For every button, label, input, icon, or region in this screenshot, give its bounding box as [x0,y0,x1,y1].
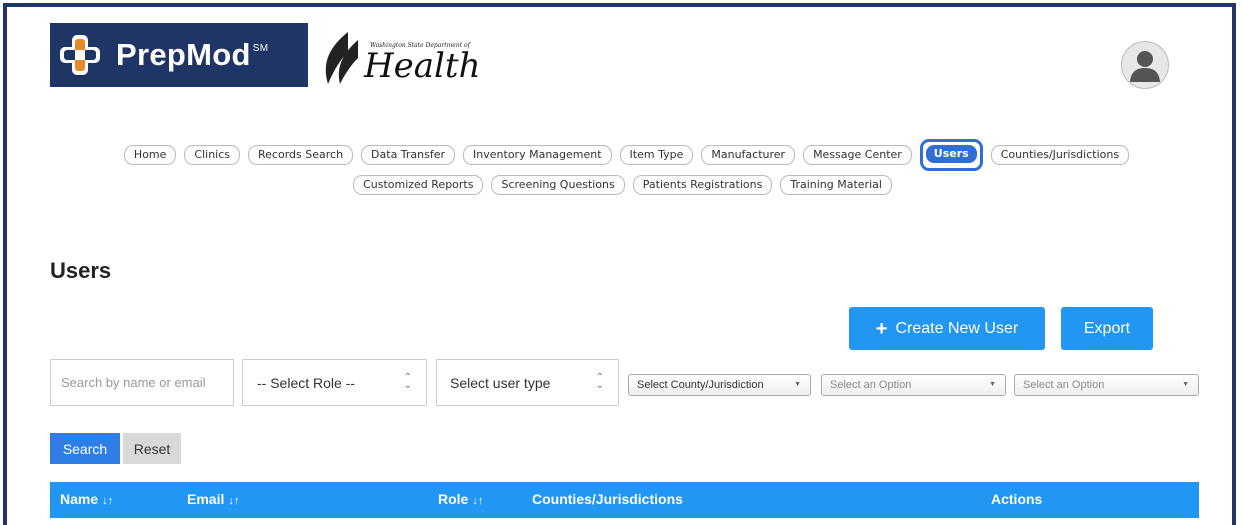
export-label: Export [1083,319,1131,337]
nav-home[interactable]: Home [123,145,177,165]
county-select[interactable]: Select County/Jurisdiction ▼ [628,374,811,396]
search-button[interactable]: Search [50,433,120,464]
search-field[interactable] [50,359,234,406]
option-select-2[interactable]: Select an Option ▼ [1014,374,1199,396]
role-select[interactable]: -- Select Role -- ⌃ ⌄ [242,359,427,406]
user-type-select-value: Select user type [450,374,551,391]
users-table-header: Name ↓↑ Email ↓↑ Role ↓↑ Counties/Jurisdict… [50,482,1199,518]
updown-chevron-icon: ⌃ ⌄ [403,372,412,391]
nav-inventory-management[interactable]: Inventory Management [463,145,612,165]
plus-icon: + [875,317,888,340]
role-select-value: -- Select Role -- [257,374,356,391]
user-type-select[interactable]: Select user type ⌃ ⌄ [436,359,619,406]
nav-item-type[interactable]: Item Type [619,145,694,165]
nav-message-center[interactable]: Message Center [803,145,912,165]
create-new-user-label: Create New User [895,319,1019,337]
export-button[interactable]: Export [1061,307,1153,350]
search-input[interactable] [51,375,233,390]
main-nav-row-1: Home Clinics Records Search Data Transfe… [5,139,1243,171]
nav-customized-reports[interactable]: Customized Reports [353,175,484,195]
prepmod-cross-icon [58,33,102,77]
nav-screening-questions[interactable]: Screening Questions [491,175,625,195]
sort-icon: ↓↑ [472,495,484,507]
column-header-email[interactable]: Email ↓↑ [187,491,239,507]
county-select-value: Select County/Jurisdiction [637,379,764,391]
caret-down-icon: ▼ [989,381,996,388]
nav-patients-registrations[interactable]: Patients Registrations [632,175,773,195]
updown-chevron-icon: ⌃ ⌄ [595,372,604,391]
option-select-2-value: Select an Option [1023,379,1105,391]
nav-counties-jurisdictions[interactable]: Counties/Jurisdictions [990,145,1130,165]
sort-icon: ↓↑ [228,495,240,507]
column-header-counties: Counties/Jurisdictions [532,491,683,507]
nav-records-search[interactable]: Records Search [248,145,354,165]
column-header-role[interactable]: Role ↓↑ [438,491,483,507]
nav-users-label: Users [925,145,977,163]
caret-down-icon: ▼ [794,381,801,388]
doh-title: Health [364,46,481,86]
sort-icon: ↓↑ [102,495,114,507]
prepmod-logo[interactable]: PrepMod SM [50,23,308,87]
nav-manufacturer[interactable]: Manufacturer [701,145,796,165]
nav-training-material[interactable]: Training Material [780,175,892,195]
user-avatar-icon[interactable] [1121,41,1169,89]
nav-users-active[interactable]: Users [919,139,983,171]
prepmod-logo-text: PrepMod SM [116,37,269,72]
create-new-user-button[interactable]: + Create New User [849,307,1045,350]
reset-button[interactable]: Reset [123,433,181,464]
column-header-name[interactable]: Name ↓↑ [60,491,113,507]
caret-down-icon: ▼ [1182,381,1189,388]
wa-doh-logo: Washington State Department of Health [318,26,480,86]
column-header-actions: Actions [991,491,1043,507]
option-select-1-value: Select an Option [830,379,912,391]
main-nav-row-2: Customized Reports Screening Questions P… [1,175,1243,195]
page-title: Users [50,258,112,283]
nav-clinics[interactable]: Clinics [184,145,241,165]
option-select-1[interactable]: Select an Option ▼ [821,374,1006,396]
doh-subtitle: Washington State Department of [370,42,470,49]
nav-data-transfer[interactable]: Data Transfer [361,145,456,165]
doh-mark-icon [325,32,358,84]
